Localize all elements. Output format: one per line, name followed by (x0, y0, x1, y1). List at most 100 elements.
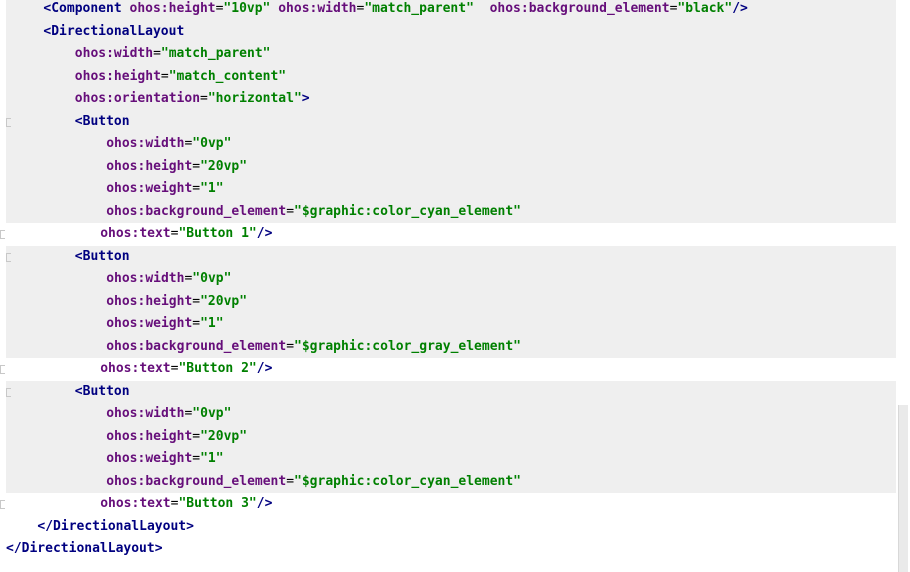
code-text: ohos:width="0vp" (106, 133, 231, 156)
vertical-scrollbar[interactable] (896, 0, 910, 572)
token-tag: <Component (43, 1, 122, 16)
scrollbar-thumb[interactable] (898, 405, 908, 572)
token-val: "10vp" (223, 1, 271, 16)
code-line[interactable]: ohos:orientation="horizontal"> (6, 88, 896, 111)
token-attr: ohos:height (74, 68, 161, 84)
code-text: ohos:text="Button 2"/> (100, 358, 272, 381)
token-val: "20vp" (200, 293, 248, 309)
code-text: ohos:background_element="$graphic:color_… (106, 336, 521, 359)
code-text: ohos:weight="1" (106, 448, 223, 471)
token-tag: /> (732, 1, 748, 16)
code-line[interactable]: ohos:height="20vp" (6, 290, 896, 314)
code-line[interactable]: ohos:text="Button 1"/> (0, 223, 896, 246)
token-val: "match_content" (168, 68, 287, 84)
token-attr: ohos:width (106, 406, 185, 421)
code-line[interactable]: ohos:height="match_content" (6, 65, 896, 88)
token-punct (474, 1, 490, 16)
token-attr: ohos:orientation (74, 91, 201, 106)
token-attr: ohos:background_element (106, 338, 287, 354)
token-attr: ohos:height (106, 293, 193, 309)
fold-marker-icon[interactable] (0, 230, 5, 239)
token-punct (122, 1, 130, 16)
token-attr: ohos:background_element (106, 473, 287, 489)
code-line[interactable]: ohos:background_element="$graphic:color_… (6, 335, 896, 359)
token-tag: /> (256, 361, 273, 376)
token-val: "Button 2" (178, 361, 257, 376)
code-line[interactable]: </DirectionalLayout> (0, 516, 896, 539)
code-line[interactable]: ohos:height="20vp" (6, 425, 896, 449)
code-line[interactable]: <Button (6, 380, 896, 404)
token-punct: = (192, 316, 201, 331)
code-line[interactable]: <Button (6, 245, 896, 269)
token-tag: </DirectionalLayout> (6, 541, 163, 556)
code-text: <Button (75, 381, 130, 404)
token-punct: = (192, 293, 201, 309)
code-text: ohos:width="0vp" (106, 403, 231, 426)
code-text: ohos:width="0vp" (106, 268, 231, 291)
code-line[interactable]: </DirectionalLayout> (0, 538, 896, 561)
code-text: ohos:weight="1" (106, 178, 223, 201)
code-text: ohos:height="20vp" (106, 291, 247, 314)
token-val: "20vp" (200, 158, 248, 174)
token-tag: </DirectionalLayout> (37, 518, 194, 534)
code-text: <DirectionalLayout (43, 21, 184, 44)
token-attr: ohos:text (100, 361, 171, 376)
token-attr: ohos:width (106, 136, 185, 151)
token-attr: ohos:height (106, 158, 193, 174)
token-val: "horizontal" (207, 91, 302, 106)
fold-marker-icon[interactable] (6, 252, 11, 262)
token-val: "0vp" (192, 136, 232, 151)
fold-marker-icon[interactable] (0, 500, 5, 509)
code-text: ohos:weight="1" (106, 313, 223, 336)
code-line[interactable]: ohos:width="0vp" (6, 133, 896, 156)
token-val: "black" (677, 1, 733, 16)
code-text: </DirectionalLayout> (6, 538, 163, 561)
code-line[interactable]: <Button (6, 110, 896, 134)
token-punct: = (192, 428, 201, 444)
token-punct: = (286, 203, 295, 219)
token-punct: = (200, 91, 208, 106)
token-tag: <Button (74, 383, 130, 399)
token-val: "$graphic:color_cyan_element" (294, 473, 522, 489)
code-text: <Component ohos:height="10vp" ohos:width… (43, 0, 747, 21)
code-line[interactable]: ohos:text="Button 3"/> (0, 493, 896, 516)
code-line[interactable]: ohos:weight="1" (6, 448, 896, 471)
code-line[interactable]: ohos:background_element="$graphic:color_… (6, 200, 896, 223)
code-text: ohos:text="Button 3"/> (100, 493, 272, 516)
code-line[interactable]: ohos:width="0vp" (6, 403, 896, 426)
token-punct: = (286, 338, 295, 354)
token-attr: ohos:height (106, 428, 193, 444)
token-val: "$graphic:color_cyan_element" (294, 203, 522, 219)
fold-marker-icon[interactable] (6, 387, 11, 397)
token-val: "1" (200, 181, 224, 196)
token-val: "1" (200, 316, 224, 331)
token-val: "match_parent" (364, 1, 474, 16)
token-attr: ohos:height (129, 1, 216, 16)
code-text: ohos:height="20vp" (106, 156, 247, 179)
token-punct: = (153, 46, 161, 61)
token-attr: ohos:background_element (106, 203, 287, 219)
code-text: ohos:orientation="horizontal"> (75, 88, 310, 111)
code-text: <Button (75, 246, 130, 269)
code-line[interactable]: <DirectionalLayout (6, 20, 896, 44)
code-editor[interactable]: <Component ohos:height="10vp" ohos:width… (0, 0, 896, 572)
token-tag: > (301, 91, 310, 106)
token-tag: <DirectionalLayout (43, 23, 185, 39)
code-line[interactable]: ohos:width="0vp" (6, 268, 896, 291)
code-line[interactable]: ohos:height="20vp" (6, 155, 896, 179)
token-attr: ohos:weight (106, 316, 193, 331)
code-line[interactable]: ohos:text="Button 2"/> (0, 358, 896, 381)
token-punct: = (192, 451, 201, 466)
token-attr: ohos:width (106, 271, 185, 286)
code-text: ohos:height="20vp" (106, 426, 247, 449)
code-line[interactable]: <Component ohos:height="10vp" ohos:width… (6, 0, 896, 21)
code-text: <Button (75, 111, 130, 134)
fold-marker-icon[interactable] (0, 365, 5, 374)
code-line[interactable]: ohos:background_element="$graphic:color_… (6, 470, 896, 493)
token-val: "20vp" (200, 428, 248, 444)
code-line[interactable]: ohos:weight="1" (6, 178, 896, 201)
code-line[interactable]: ohos:weight="1" (6, 313, 896, 336)
code-line[interactable]: ohos:width="match_parent" (6, 43, 896, 66)
token-attr: ohos:weight (106, 451, 193, 466)
fold-marker-icon[interactable] (6, 117, 11, 127)
